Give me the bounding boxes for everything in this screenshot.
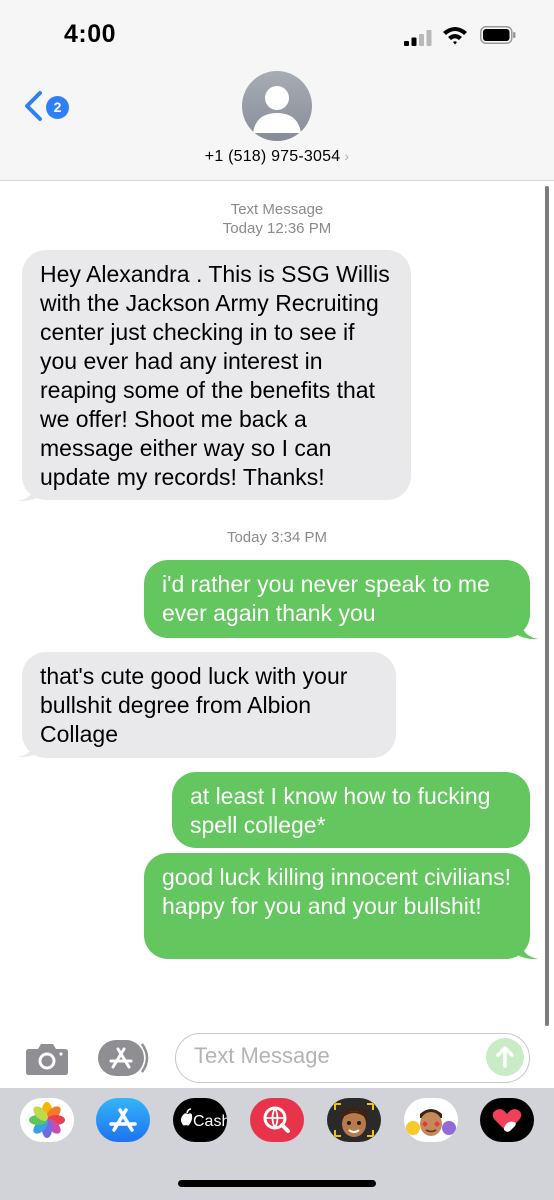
memoji-app-icon[interactable] (327, 1098, 381, 1142)
home-indicator[interactable] (178, 1180, 376, 1187)
svg-text:Cash: Cash (193, 1113, 227, 1130)
app-store-button-icon[interactable] (98, 1038, 152, 1078)
photos-app-icon[interactable] (20, 1098, 74, 1142)
timestamp: Today 3:34 PM (226, 529, 328, 546)
memoji-stickers-icon (406, 1109, 456, 1136)
timestamp: Today 12:36 PM (222, 220, 332, 237)
person-silhouette-icon (253, 86, 301, 133)
status-time: 4:00 (64, 20, 117, 48)
web-search-app-icon[interactable] (250, 1098, 304, 1142)
scrollbar[interactable] (545, 186, 549, 1026)
outgoing-message-bubble[interactable]: i'd rather you never speak to me ever ag… (144, 560, 530, 638)
battery-icon (480, 26, 516, 44)
apple-cash-icon: Cash (181, 1108, 227, 1130)
wifi-icon (443, 27, 467, 45)
outgoing-message-bubble[interactable]: good luck killing innocent civilians! ha… (144, 853, 530, 959)
app-store-icon (109, 1108, 137, 1132)
apple-cash-app-icon[interactable]: Cash (173, 1098, 227, 1142)
contact-avatar[interactable] (242, 71, 312, 141)
digital-touch-app-icon[interactable] (480, 1098, 534, 1142)
cellular-signal-icon (404, 30, 432, 46)
message-input-placeholder: Text Message (194, 1043, 330, 1068)
app-store-app-icon[interactable] (96, 1098, 150, 1142)
memoji-icon (334, 1103, 374, 1137)
message-type-label: Text Message (230, 201, 324, 218)
outgoing-message-bubble[interactable]: at least I know how to fucking spell col… (172, 772, 530, 848)
contact-number[interactable]: +1 (518) 975-3054 › (0, 148, 554, 166)
send-button[interactable] (486, 1038, 524, 1076)
camera-icon[interactable] (25, 1040, 69, 1076)
unread-count-badge[interactable]: 2 (46, 96, 69, 119)
arrow-up-icon (496, 1046, 514, 1068)
chevron-right-icon: › (344, 148, 350, 164)
web-search-icon (263, 1106, 290, 1133)
incoming-message-bubble[interactable]: Hey Alexandra . This is SSG Willis with … (22, 250, 411, 500)
photos-icon (29, 1102, 65, 1138)
incoming-message-bubble[interactable]: that's cute good luck with your bullshit… (22, 652, 396, 758)
digital-touch-icon (492, 1109, 522, 1132)
memoji-stickers-app-icon[interactable] (404, 1098, 458, 1142)
contact-number-label: +1 (518) 975-3054 (204, 148, 341, 165)
back-chevron-icon[interactable] (22, 90, 44, 122)
